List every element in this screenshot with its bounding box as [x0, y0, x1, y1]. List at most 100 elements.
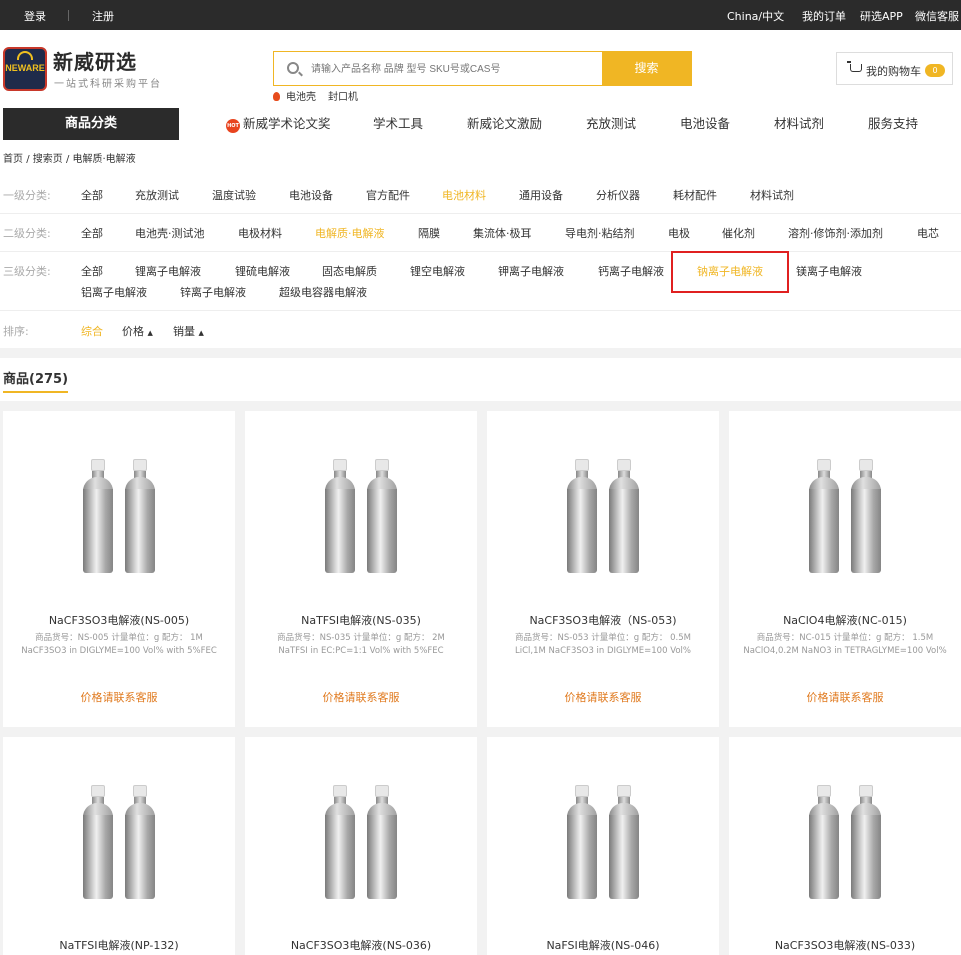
filter-option[interactable]: 固态电解质: [322, 263, 377, 279]
cart-button[interactable]: 我的购物车 0: [836, 52, 953, 85]
sort-option[interactable]: 价格 ▲: [122, 323, 153, 339]
filter-option[interactable]: 钙离子电解液: [598, 263, 664, 279]
filter-option[interactable]: 镁离子电解液: [796, 263, 862, 279]
hot-search-link[interactable]: 电池壳: [286, 92, 316, 103]
product-name[interactable]: NaCF3SO3电解液(NS-005): [3, 612, 235, 628]
filter-option[interactable]: 温度试验: [212, 187, 256, 203]
product-formula: NaTFSI in EC:PC=1:1 Vol% with 5%FEC: [278, 646, 444, 656]
breadcrumb-current: 电解质·电解液: [72, 154, 136, 165]
sort-arrow-icon: ▲: [198, 329, 204, 337]
product-image[interactable]: [322, 459, 402, 573]
product-image[interactable]: [806, 785, 886, 899]
filter-option[interactable]: 催化剂: [722, 225, 755, 241]
product-price[interactable]: 价格请联系客服: [729, 689, 961, 705]
filter-label: 三级分类:: [3, 265, 51, 278]
product-card[interactable]: NaFSI电解液(NS-046): [487, 737, 719, 955]
filter-option[interactable]: 官方配件: [366, 187, 410, 203]
nav-item-charge-test[interactable]: 充放测试: [586, 108, 636, 140]
filter-option[interactable]: 材料试剂: [750, 187, 794, 203]
product-formula: NaCF3SO3 in DIGLYME=100 Vol% with 5%FEC: [21, 646, 217, 656]
wechat-service-link[interactable]: 微信客服: [915, 8, 959, 24]
filter-option[interactable]: 铝离子电解液: [81, 284, 147, 300]
product-name[interactable]: NaCF3SO3电解液（NS-053): [487, 612, 719, 628]
header: NEWARE 新威研选 一站式科研采购平台 搜索 电池壳 封口机 我的购物车 0: [0, 30, 961, 108]
product-formula: NaClO4,0.2M NaNO3 in TETRAGLYME=100 Vol%: [743, 646, 947, 656]
product-card[interactable]: NaCF3SO3电解液(NS-036): [245, 737, 477, 955]
category-menu-button[interactable]: 商品分类: [3, 108, 179, 140]
filter-level1: 一级分类: 全部 充放测试 温度试验 电池设备 官方配件 电池材料 通用设备 分…: [0, 176, 961, 214]
product-meta: 商品货号：NC-015 计量单位：g 配方： 1.5M: [756, 633, 934, 643]
nav-item-academic-tools[interactable]: 学术工具: [373, 108, 423, 140]
filter-option[interactable]: 溶剂·修饰剂·添加剂: [788, 225, 883, 241]
filter-option[interactable]: 全部: [81, 225, 103, 241]
nav-item-materials[interactable]: 材料试剂: [774, 108, 824, 140]
product-image[interactable]: [806, 459, 886, 573]
search-button[interactable]: 搜索: [602, 52, 691, 85]
product-name[interactable]: NaCF3SO3电解液(NS-036): [245, 937, 477, 953]
register-link[interactable]: 注册: [92, 8, 114, 24]
product-name[interactable]: NaFSI电解液(NS-046): [487, 937, 719, 953]
brand-name[interactable]: 新威研选: [53, 46, 137, 75]
nav-item-paper-incentive[interactable]: 新威论文激励: [467, 108, 542, 140]
product-image[interactable]: [322, 785, 402, 899]
logo[interactable]: NEWARE: [3, 47, 47, 91]
region-link[interactable]: China/中文: [727, 8, 784, 24]
filter-option[interactable]: 全部: [81, 187, 103, 203]
filter-option-active[interactable]: 电解质·电解液: [315, 225, 385, 241]
filter-option[interactable]: 锂离子电解液: [135, 263, 201, 279]
sort-option-active[interactable]: 综合: [81, 323, 103, 339]
product-card[interactable]: NaCF3SO3电解液(NS-005) 商品货号：NS-005 计量单位：g 配…: [3, 411, 235, 727]
nav-item-service[interactable]: 服务支持: [868, 108, 918, 140]
product-price[interactable]: 价格请联系客服: [3, 689, 235, 705]
filter-option[interactable]: 超级电容器电解液: [279, 284, 367, 300]
product-name[interactable]: NaTFSI电解液(NS-035): [245, 612, 477, 628]
filter-option[interactable]: 隔膜: [418, 225, 440, 241]
breadcrumb-search[interactable]: 搜索页: [33, 154, 63, 165]
search-icon: [287, 62, 299, 74]
login-link[interactable]: 登录: [24, 8, 46, 24]
product-image[interactable]: [564, 459, 644, 573]
product-name[interactable]: NaCF3SO3电解液(NS-033): [729, 937, 961, 953]
nav-item-paper-award[interactable]: HOT 新威学术论文奖: [226, 108, 331, 140]
product-image[interactable]: [80, 785, 160, 899]
divider: [68, 10, 69, 21]
product-card[interactable]: NaCF3SO3电解液(NS-033): [729, 737, 961, 955]
flame-icon: [273, 92, 280, 101]
my-orders-link[interactable]: 我的订单: [802, 8, 846, 24]
filter-option[interactable]: 锂空电解液: [410, 263, 465, 279]
filter-option[interactable]: 锌离子电解液: [180, 284, 246, 300]
filter-option[interactable]: 电极: [668, 225, 690, 241]
hot-search-link[interactable]: 封口机: [328, 92, 358, 103]
product-card[interactable]: NaTFSI电解液(NS-035) 商品货号：NS-035 计量单位：g 配方：…: [245, 411, 477, 727]
product-card[interactable]: NaCF3SO3电解液（NS-053) 商品货号：NS-053 计量单位：g 配…: [487, 411, 719, 727]
filter-option[interactable]: 分析仪器: [596, 187, 640, 203]
filter-option[interactable]: 电芯: [917, 225, 939, 241]
filter-option[interactable]: 全部: [81, 263, 103, 279]
product-name[interactable]: NaClO4电解液(NC-015): [729, 612, 961, 628]
filter-option[interactable]: 电极材料: [238, 225, 282, 241]
nav-item-battery-equipment[interactable]: 电池设备: [680, 108, 730, 140]
search-input[interactable]: [311, 60, 591, 78]
sort-arrow-icon: ▲: [147, 329, 153, 337]
filter-option[interactable]: 导电剂·粘结剂: [565, 225, 635, 241]
hot-badge-icon: HOT: [226, 119, 240, 133]
filter-option[interactable]: 锂硫电解液: [235, 263, 290, 279]
product-name[interactable]: NaTFSI电解液(NP-132): [3, 937, 235, 953]
filter-option[interactable]: 耗材配件: [673, 187, 717, 203]
filter-option[interactable]: 充放测试: [135, 187, 179, 203]
filter-option[interactable]: 通用设备: [519, 187, 563, 203]
filter-option[interactable]: 电池设备: [289, 187, 333, 203]
product-card[interactable]: NaTFSI电解液(NP-132): [3, 737, 235, 955]
product-price[interactable]: 价格请联系客服: [487, 689, 719, 705]
product-card[interactable]: NaClO4电解液(NC-015) 商品货号：NC-015 计量单位：g 配方：…: [729, 411, 961, 727]
filter-option[interactable]: 集流体·极耳: [473, 225, 532, 241]
sort-option[interactable]: 销量 ▲: [173, 323, 204, 339]
product-image[interactable]: [564, 785, 644, 899]
app-link[interactable]: 研选APP: [860, 8, 903, 24]
filter-option-active[interactable]: 电池材料: [442, 187, 486, 203]
product-image[interactable]: [80, 459, 160, 573]
breadcrumb-home[interactable]: 首页: [3, 154, 23, 165]
filter-option[interactable]: 电池壳·测试池: [135, 225, 205, 241]
filter-option[interactable]: 钾离子电解液: [498, 263, 564, 279]
product-price[interactable]: 价格请联系客服: [245, 689, 477, 705]
